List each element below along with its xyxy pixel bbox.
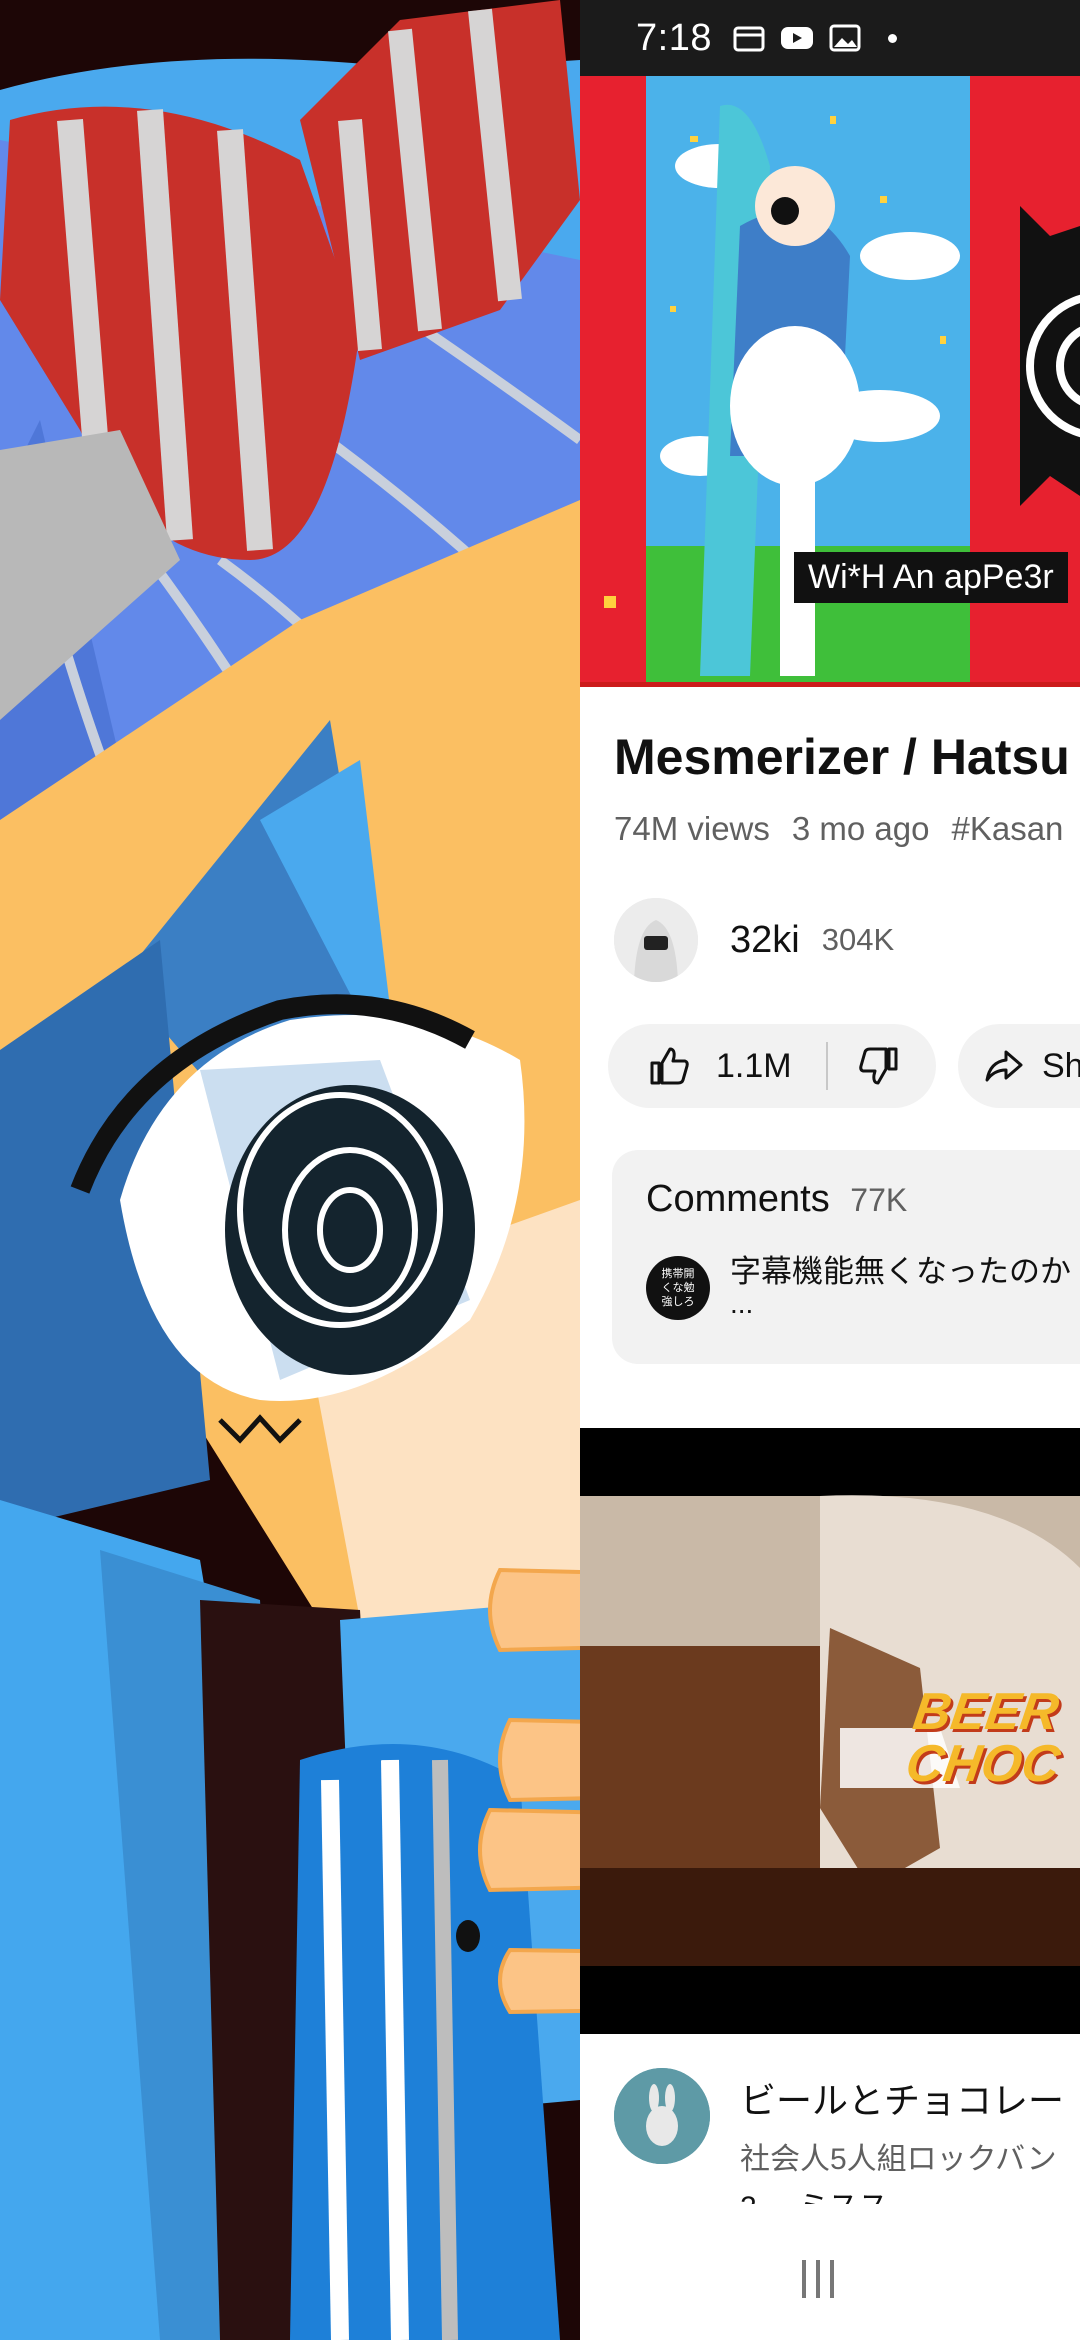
comments-count: 77K <box>850 1182 908 1218</box>
next-video-channel-line: 社会人5人組ロックバン <box>740 2143 1057 2176</box>
wallpaper-illustration <box>0 0 580 2340</box>
commenter-avatar-text: 携帯開くな勉強しろ <box>661 1268 695 1308</box>
video-meta[interactable]: 74M views 3 mo ago #Kasan <box>614 810 1063 848</box>
channel-name[interactable]: 32ki <box>730 919 800 962</box>
system-nav-bar <box>580 2228 1080 2340</box>
next-video-meta-line: 2 ... ミスス <box>740 2182 888 2204</box>
youtube-watch-pane: 7:18 Wi*H An apPe3r Mesmerizer / Hatsu 7… <box>580 0 1080 2340</box>
channel-row[interactable]: 32ki 304K <box>614 898 894 982</box>
video-title[interactable]: Mesmerizer / Hatsu <box>614 728 1070 786</box>
status-bar: 7:18 <box>580 0 1080 76</box>
comments-header: Comments 77K <box>646 1178 907 1221</box>
share-button[interactable]: Sha <box>958 1024 1080 1108</box>
status-time: 7:18 <box>636 16 712 59</box>
video-player[interactable]: Wi*H An apPe3r <box>580 76 1080 684</box>
like-dislike-pill: 1.1M <box>608 1024 936 1108</box>
top-comment-text: 字幕機能無くなったのか <box>730 1254 1071 1289</box>
share-icon <box>985 1050 1023 1082</box>
comment-ellipsis: ... <box>730 1288 754 1319</box>
hashtag[interactable]: #Kasan <box>951 810 1063 848</box>
upload-age: 3 mo ago <box>791 810 930 847</box>
like-count[interactable]: 1.1M <box>716 1047 792 1086</box>
like-divider <box>825 1042 828 1090</box>
commenter-avatar[interactable]: 携帯開くな勉強しろ <box>646 1256 710 1320</box>
notification-dot <box>887 33 897 43</box>
video-progress-bar[interactable] <box>580 682 1080 687</box>
recents-nav-button[interactable] <box>802 2260 834 2298</box>
thumbs-down-icon[interactable] <box>858 1045 900 1087</box>
gallery-icon <box>829 24 861 52</box>
thumbnail-overlay-text: BEER CHOC <box>902 1683 1064 1793</box>
next-video-thumbnail[interactable]: BEER CHOC <box>580 1428 1080 2034</box>
subscriber-count: 304K <box>821 922 895 957</box>
thumbs-up-icon[interactable] <box>648 1045 690 1087</box>
comments-label: Comments <box>646 1178 830 1220</box>
action-bar: 1.1M Sha <box>608 1024 1080 1108</box>
next-video-title[interactable]: ビールとチョコレー <box>740 2072 1064 2124</box>
share-label: Sha <box>1042 1046 1080 1085</box>
channel-avatar[interactable] <box>614 898 698 982</box>
comments-panel[interactable]: Comments 77K 携帯開くな勉強しろ 字幕機能無くなったのか ... <box>612 1150 1080 1364</box>
next-channel-avatar[interactable] <box>614 2068 710 2164</box>
view-count: 74M views <box>614 810 770 847</box>
youtube-icon <box>780 27 813 49</box>
video-caption: Wi*H An apPe3r <box>794 552 1068 603</box>
calendar-icon <box>733 26 765 52</box>
